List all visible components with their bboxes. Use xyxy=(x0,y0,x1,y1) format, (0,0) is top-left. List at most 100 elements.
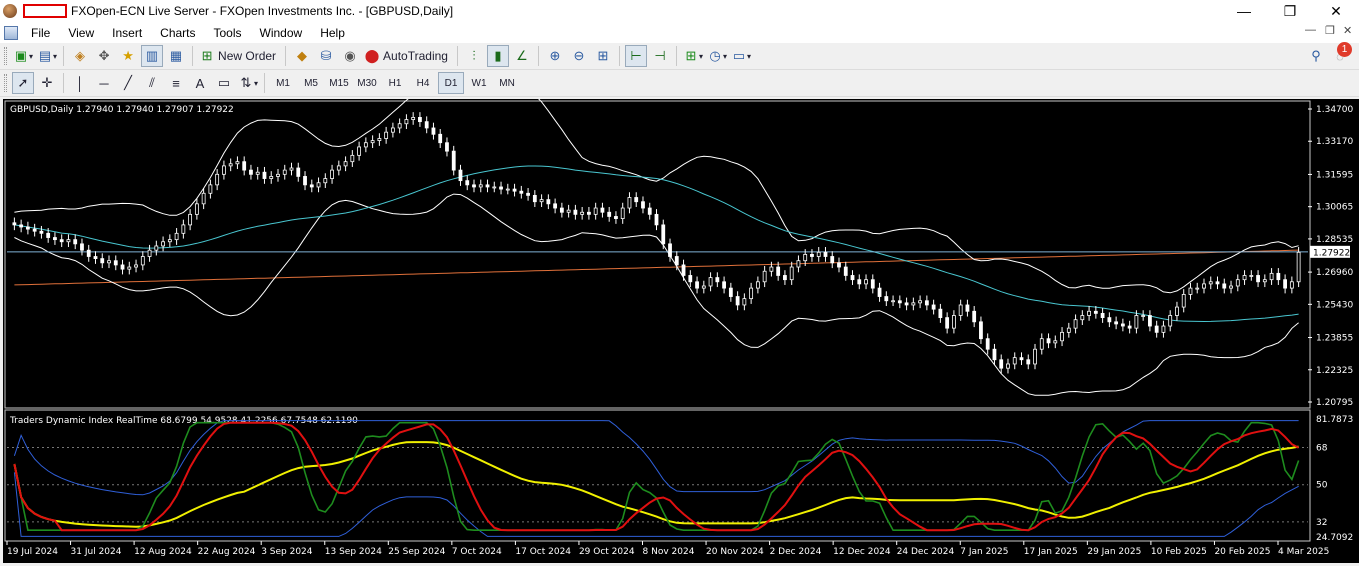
navigator-button[interactable]: ★ xyxy=(117,45,139,67)
data-window-button[interactable]: ✥ xyxy=(93,45,115,67)
toolbar-grip[interactable] xyxy=(4,74,7,92)
bollinger-upper-line xyxy=(14,82,1299,294)
close-button[interactable]: ✕ xyxy=(1313,0,1359,22)
profiles-button[interactable]: ▤ ▾ xyxy=(36,45,58,67)
trendline-button[interactable]: ╱ xyxy=(117,72,139,94)
tile-windows-button[interactable]: ⊞ xyxy=(592,45,614,67)
bear-candle xyxy=(309,184,314,188)
timeframe-mn[interactable]: MN xyxy=(494,72,520,94)
maximize-button[interactable]: ❐ xyxy=(1267,0,1313,22)
bull-candle xyxy=(1073,319,1078,329)
search-icon: ⚲ xyxy=(1311,48,1321,63)
minimize-button[interactable]: — xyxy=(1221,0,1267,22)
bear-candle xyxy=(485,184,490,188)
bull-candle xyxy=(1262,279,1267,283)
indicator-axis-label: 32 xyxy=(1316,518,1327,528)
text-label-button[interactable]: ▭ xyxy=(213,72,235,94)
toolbar-grip[interactable] xyxy=(4,47,7,65)
notifications-button[interactable]: ◌ 1 xyxy=(1329,42,1352,67)
timeframe-d1[interactable]: D1 xyxy=(438,72,465,94)
signals-button[interactable]: ⛁ xyxy=(315,45,337,67)
menu-window[interactable]: Window xyxy=(251,26,312,40)
crosshair-button[interactable]: ✛ xyxy=(36,72,58,94)
timeframe-m30[interactable]: M30 xyxy=(354,72,380,94)
menu-help[interactable]: Help xyxy=(311,26,354,40)
auto-scroll-button[interactable]: ⊣ xyxy=(649,45,671,67)
timeframe-m15[interactable]: M15 xyxy=(326,72,352,94)
bull-candle xyxy=(762,270,767,283)
terminal-button[interactable]: ▥ xyxy=(141,45,164,67)
timeframe-m1[interactable]: M1 xyxy=(270,72,296,94)
metaeditor-button[interactable]: ◆ xyxy=(291,45,313,67)
bull-candle xyxy=(350,154,355,163)
bull-candle xyxy=(289,167,294,171)
timeframe-h1[interactable]: H1 xyxy=(382,72,408,94)
new-order-button[interactable]: ⊞ New Order xyxy=(198,45,280,67)
window-title: FXOpen-ECN Live Server - FXOpen Investme… xyxy=(71,4,454,18)
bear-candle xyxy=(19,224,24,228)
autotrading-button[interactable]: ⬤ AutoTrading xyxy=(363,45,452,67)
bull-candle xyxy=(891,300,895,303)
indicator-panel-frame xyxy=(4,409,1311,542)
line-chart-button[interactable]: ∠ xyxy=(511,45,533,67)
equidistant-channel-button[interactable]: ⫽ xyxy=(141,72,163,94)
bear-candle xyxy=(600,207,605,213)
timeframe-h4[interactable]: H4 xyxy=(410,72,436,94)
bear-candle xyxy=(553,203,558,209)
timeframe-m5[interactable]: M5 xyxy=(298,72,324,94)
main-chart-plot xyxy=(7,82,1308,396)
bear-candle xyxy=(1100,312,1105,319)
bear-candle xyxy=(12,222,17,226)
bear-candle xyxy=(857,279,862,285)
bull-candle xyxy=(1269,272,1274,281)
search-button[interactable]: ⚲ xyxy=(1305,45,1327,67)
horizontal-line-button[interactable]: ─ xyxy=(93,72,115,94)
zoom-in-button[interactable]: ⊕ xyxy=(544,45,566,67)
bull-candle xyxy=(1289,281,1294,289)
bear-candle xyxy=(877,287,882,297)
bear-candle xyxy=(303,176,307,186)
mdi-restore-button[interactable]: ❐ xyxy=(1325,24,1335,37)
cursor-arrow-icon: ➚ xyxy=(17,75,29,90)
candlestick-button[interactable]: ▮ xyxy=(486,45,509,67)
fibonacci-button[interactable]: ≡ xyxy=(165,72,187,94)
zoom-out-button[interactable]: ⊖ xyxy=(568,45,590,67)
bear-candle xyxy=(242,161,247,171)
strategy-tester-button[interactable]: ▦ xyxy=(165,45,187,67)
timeframe-w1[interactable]: W1 xyxy=(466,72,492,94)
menu-charts[interactable]: Charts xyxy=(151,26,204,40)
chart-shift-button[interactable]: ⊢ xyxy=(624,45,647,67)
templates-button[interactable]: ▭ ▾ xyxy=(730,45,752,67)
arrows-button[interactable]: ⇅ ▾ xyxy=(237,72,259,94)
chart-canvas[interactable]: GBPUSD,Daily 1.27940 1.27940 1.27907 1.2… xyxy=(3,82,1359,563)
market-watch-button[interactable]: ◈ xyxy=(69,45,91,67)
mdi-close-button[interactable]: ✕ xyxy=(1343,24,1352,37)
menu-file[interactable]: File xyxy=(22,26,59,40)
chart-document-icon[interactable] xyxy=(4,25,18,40)
bear-candle xyxy=(512,188,517,192)
menu-insert[interactable]: Insert xyxy=(103,26,151,40)
new-chart-button[interactable]: ▣ ▾ xyxy=(12,45,34,67)
bull-candle xyxy=(1242,275,1247,281)
menu-view[interactable]: View xyxy=(59,26,103,40)
indicators-button[interactable]: ⊞ ▾ xyxy=(682,45,704,67)
chart-window[interactable]: GBPUSD,Daily 1.27940 1.27940 1.27907 1.2… xyxy=(3,82,1359,563)
bull-candle xyxy=(411,117,416,120)
bear-candle xyxy=(53,237,57,241)
bull-candle xyxy=(1053,340,1058,344)
mdi-minimize-button[interactable]: — xyxy=(1305,24,1316,36)
bull-candle xyxy=(208,184,213,194)
bar-chart-button[interactable]: ⫶ xyxy=(463,45,485,67)
autotrading-icon: ⬤ xyxy=(364,48,380,63)
bull-candle xyxy=(228,163,233,167)
bull-candle xyxy=(188,213,193,226)
bull-candle xyxy=(749,287,754,300)
cursor-button[interactable]: ➚ xyxy=(12,72,34,94)
text-button[interactable]: A xyxy=(189,72,211,94)
market-button[interactable]: ◉ xyxy=(339,45,361,67)
vertical-line-button[interactable]: │ xyxy=(69,72,91,94)
bull-candle xyxy=(181,224,186,234)
periods-button[interactable]: ◷ ▾ xyxy=(706,45,728,67)
menu-tools[interactable]: Tools xyxy=(205,26,251,40)
zoom-in-icon: ⊕ xyxy=(549,48,561,63)
